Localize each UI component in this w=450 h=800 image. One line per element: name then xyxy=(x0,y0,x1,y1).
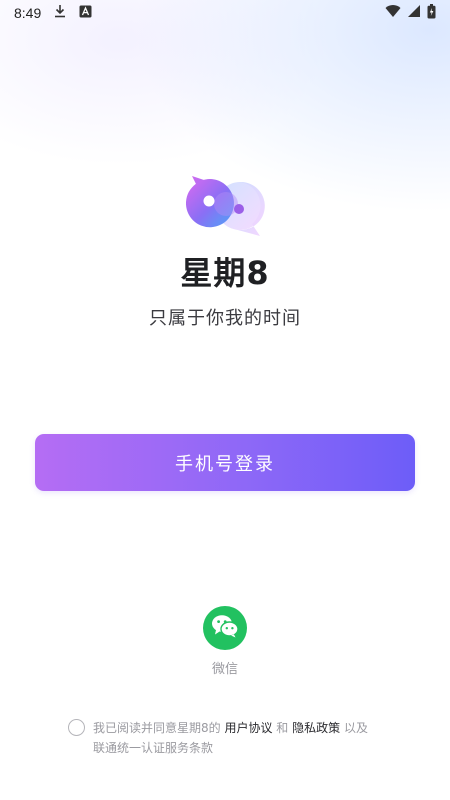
agreement-prefix: 我已阅读并同意星期8的 xyxy=(93,721,225,735)
status-right xyxy=(385,3,436,23)
phone-login-label: 手机号登录 xyxy=(175,453,275,475)
app-name: 星期8 xyxy=(180,254,270,292)
login-screen: 8:49 星期8 只属于你我的时间 手机号登录 微信 我已阅读并同意星期8的 用… xyxy=(0,0,450,800)
agreement-row: 我已阅读并同意星期8的 用户协议 和 隐私政策 以及 联通统一认证服务条款 xyxy=(68,718,388,758)
wechat-icon xyxy=(211,614,239,642)
wechat-icon-circle[interactable] xyxy=(203,606,247,650)
privacy-policy-link[interactable]: 隐私政策 xyxy=(292,721,340,735)
app-slogan: 只属于你我的时间 xyxy=(149,308,301,329)
phone-login-button[interactable]: 手机号登录 xyxy=(35,434,415,491)
status-bar: 8:49 xyxy=(0,0,450,26)
status-time: 8:49 xyxy=(14,5,42,21)
a-notification-icon xyxy=(79,5,92,22)
signal-icon xyxy=(407,4,421,22)
app-logo xyxy=(182,168,268,240)
wechat-label: 微信 xyxy=(211,662,238,677)
download-icon xyxy=(53,4,67,22)
wechat-login-button[interactable]: 微信 xyxy=(195,606,255,677)
user-agreement-link[interactable]: 用户协议 xyxy=(224,721,272,735)
agreement-text: 我已阅读并同意星期8的 用户协议 和 隐私政策 以及 联通统一认证服务条款 xyxy=(93,718,383,758)
agree-checkbox[interactable] xyxy=(68,719,85,736)
agreement-and: 和 xyxy=(272,721,293,735)
battery-icon xyxy=(427,3,436,23)
wifi-icon xyxy=(385,4,401,22)
status-left: 8:49 xyxy=(14,4,92,22)
